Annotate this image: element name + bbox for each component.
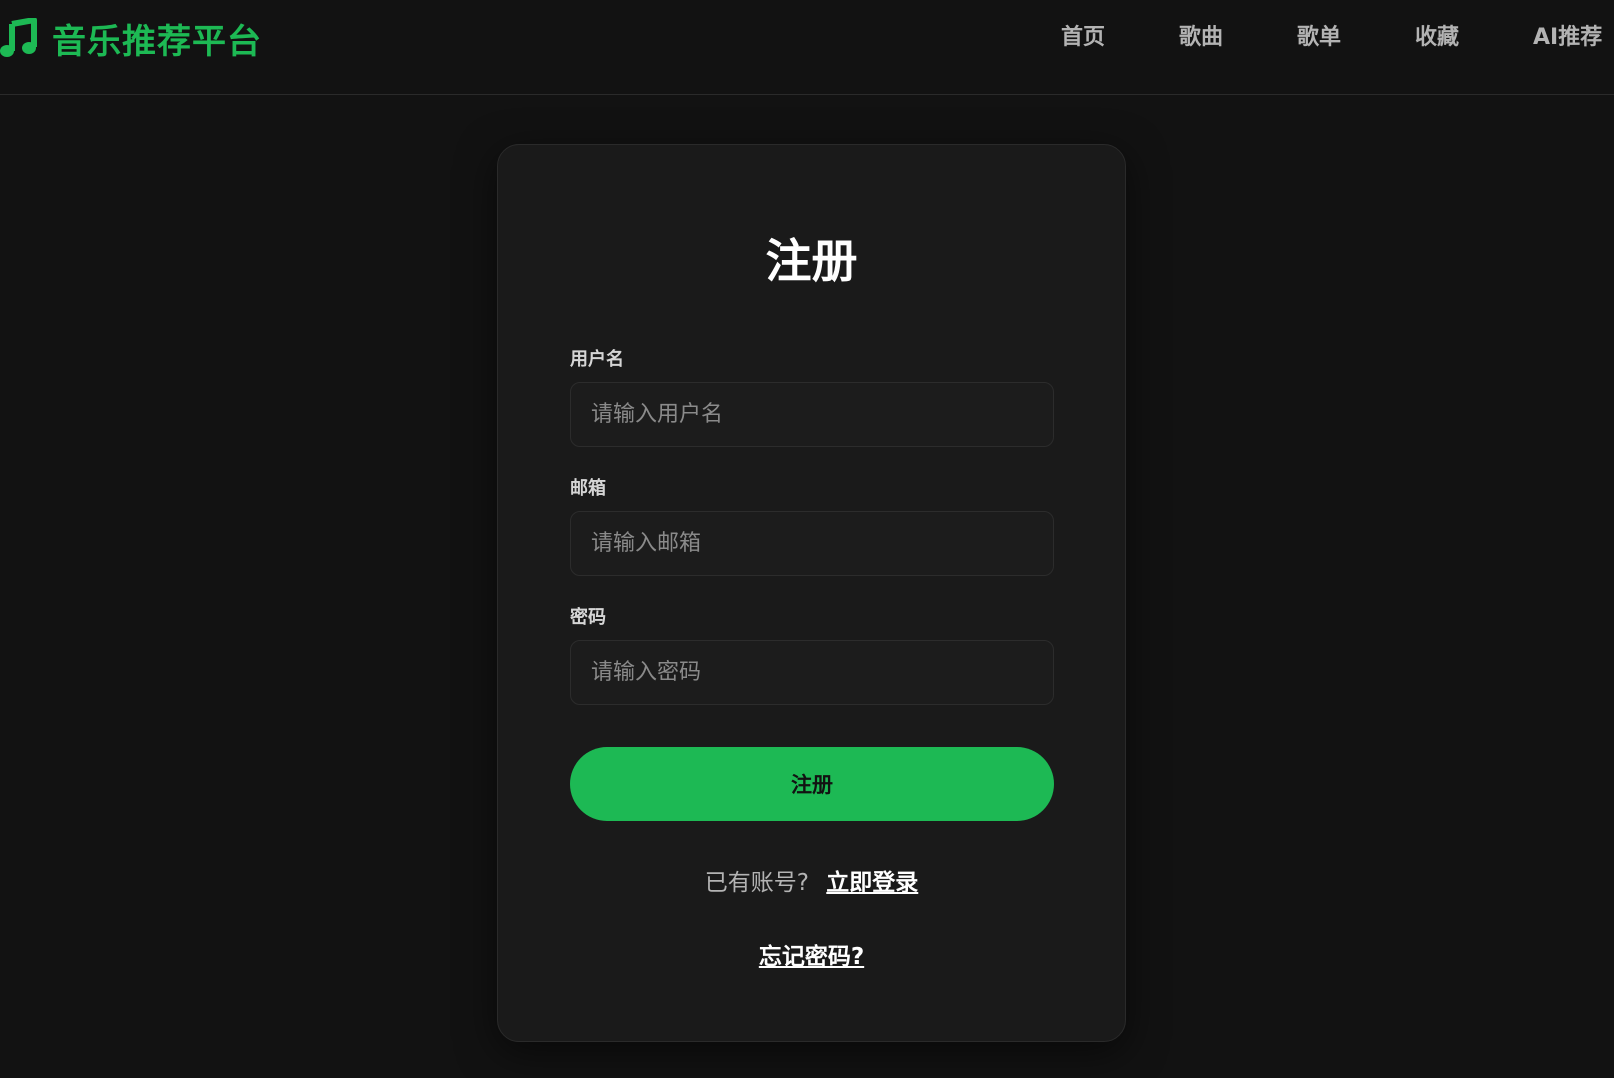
password-input[interactable] [570, 640, 1054, 705]
register-button[interactable]: 注册 [570, 747, 1054, 821]
nav-item-songs[interactable]: 歌曲 [1179, 20, 1223, 56]
nav-item-playlists[interactable]: 歌单 [1297, 20, 1341, 56]
email-label: 邮箱 [570, 478, 606, 499]
top-header: 音乐推荐平台 首页 歌曲 歌单 收藏 AI推荐 [0, 0, 1614, 95]
register-card: 注册 用户名 邮箱 密码 注册 已有账号? 立即登录 忘记密码? [497, 144, 1126, 1042]
username-input[interactable] [570, 382, 1054, 447]
password-label: 密码 [570, 607, 606, 628]
has-account-text: 已有账号? [704, 870, 809, 896]
brand-title: 音乐推荐平台 [52, 21, 262, 62]
nav-item-favorites[interactable]: 收藏 [1415, 20, 1459, 56]
music-note-icon [0, 17, 38, 58]
username-label: 用户名 [570, 349, 624, 370]
nav-item-ai-recommend[interactable]: AI推荐 [1533, 20, 1602, 56]
brand[interactable]: 音乐推荐平台 [0, 14, 262, 62]
login-prompt: 已有账号? 立即登录 [498, 863, 1125, 897]
login-link[interactable]: 立即登录 [826, 870, 918, 896]
email-input[interactable] [570, 511, 1054, 576]
page-title: 注册 [765, 234, 858, 288]
forgot-password-link[interactable]: 忘记密码? [498, 937, 1125, 971]
nav-item-home[interactable]: 首页 [1061, 20, 1105, 56]
